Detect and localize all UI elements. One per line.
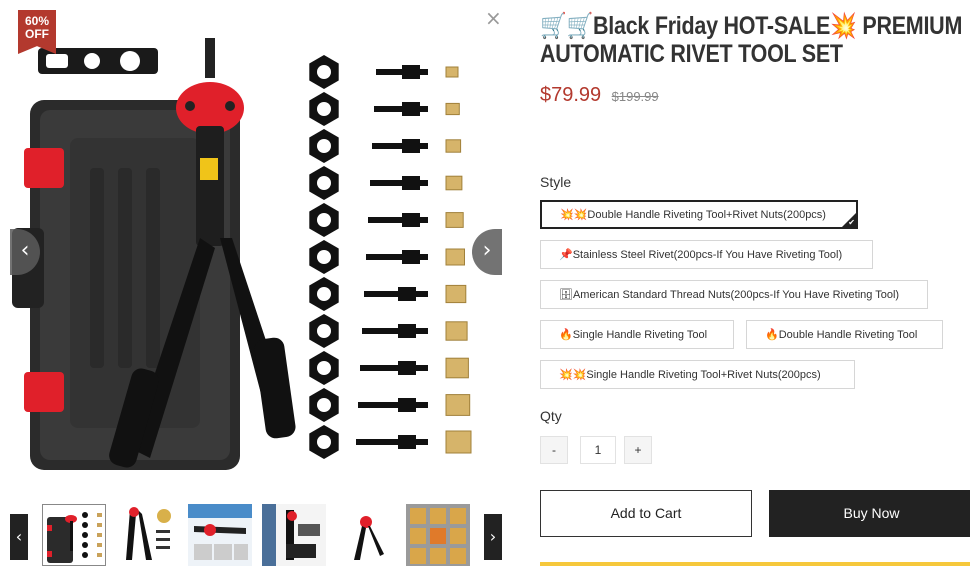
hex-nut-hole (317, 398, 331, 412)
mandrel-head (402, 176, 420, 190)
explosion-icon: 💥💥 (559, 368, 587, 381)
pushpin-icon: 📌 (559, 248, 573, 261)
mandrel (356, 439, 428, 445)
mandrel (364, 291, 428, 297)
add-to-cart-button[interactable]: Add to Cart (540, 490, 752, 537)
thumbnail-image (262, 504, 326, 566)
qty-label: Qty (540, 408, 562, 424)
rivet-nut (445, 212, 464, 228)
mandrel-head (402, 65, 420, 79)
mandrel-head (398, 361, 416, 375)
rivet-tool-set-illustration (12, 38, 472, 470)
hex-nut-hole (317, 435, 331, 449)
mandrel-head (402, 102, 420, 116)
thumbnail-1[interactable] (42, 504, 106, 566)
style-option-stainless-rivet[interactable]: 📌Stainless Steel Rivet(200pcs-If You Hav… (540, 240, 873, 269)
explosion-icon: 💥💥 (560, 208, 588, 221)
qty-increment-button[interactable]: + (624, 436, 652, 464)
thumbnail-next-button[interactable]: › (484, 514, 502, 560)
style-option-label: Double Handle Riveting Tool+Rivet Nuts(2… (587, 209, 826, 221)
thumbnail-prev-button[interactable]: ‹ (10, 514, 28, 560)
product-info-panel: 🛒🛒Black Friday HOT-SALE💥 PREMIUM AUTOMAT… (540, 0, 970, 566)
main-product-image[interactable] (10, 8, 502, 478)
mandrel-head (398, 324, 416, 338)
style-option-label: Single Handle Riveting Tool+Rivet Nuts(2… (586, 369, 821, 381)
nosepiece-nuts (309, 55, 339, 459)
mandrel-head (402, 250, 420, 264)
hex-nut-hole (317, 102, 331, 116)
rivet-nuts (445, 66, 472, 454)
rivet-nut (445, 175, 463, 191)
mandrels (356, 65, 428, 449)
style-option-label: American Standard Thread Nuts(200pcs-If … (572, 289, 900, 301)
mandrel (358, 402, 428, 408)
hex-nut-hole (317, 65, 331, 79)
thumbnail-6[interactable] (406, 504, 470, 566)
mandrel-head (402, 213, 420, 227)
close-icon[interactable]: × (485, 8, 502, 28)
mandrel (360, 365, 428, 371)
style-option-label: Single Handle Riveting Tool (572, 329, 708, 341)
style-option-label: Stainless Steel Rivet(200pcs-If You Have… (572, 249, 843, 261)
product-gallery: 60% OFF × ‹ › ‹ › (0, 0, 510, 566)
thumbnail-image (406, 504, 470, 566)
style-option-double-handle[interactable]: 🔥Double Handle Riveting Tool (746, 320, 943, 349)
hex-nut-hole (317, 287, 331, 301)
hex-nut-hole (317, 250, 331, 264)
hex-nut-hole (317, 361, 331, 375)
thumbnail-4[interactable] (262, 504, 326, 566)
qty-input[interactable] (580, 436, 616, 464)
mandrel-head (398, 435, 416, 449)
rivet-nut (445, 139, 462, 153)
buy-now-button[interactable]: Buy Now (769, 490, 970, 537)
cabinet-icon: 🗄 (559, 288, 573, 301)
thumbnail-image (112, 504, 176, 566)
rivet-nut (445, 66, 459, 78)
style-option-single-handle-with-nuts[interactable]: 💥💥Single Handle Riveting Tool+Rivet Nuts… (540, 360, 855, 389)
hex-nut-hole (317, 176, 331, 190)
style-label: Style (540, 174, 572, 190)
fire-icon: 🔥 (559, 328, 573, 341)
thumbnail-image (336, 504, 400, 566)
sale-price: $79.99 (540, 84, 602, 106)
rivet-nut (445, 430, 472, 454)
thumbnail-image (188, 504, 252, 566)
compare-at-price: $199.99 (611, 89, 659, 104)
hex-nut-hole (317, 324, 331, 338)
checkmark-icon: ✔ (848, 218, 855, 227)
style-option-single-handle[interactable]: 🔥Single Handle Riveting Tool (540, 320, 734, 349)
qty-decrement-button[interactable]: - (540, 436, 568, 464)
fire-icon: 🔥 (765, 328, 779, 341)
style-option-double-handle-with-nuts[interactable]: 💥💥Double Handle Riveting Tool+Rivet Nuts… (540, 200, 858, 229)
rivet-nut (445, 357, 469, 379)
mandrel-head (398, 398, 416, 412)
hex-nut-hole (317, 213, 331, 227)
hex-nut-hole (317, 139, 331, 153)
thumbnail-3[interactable] (188, 504, 252, 566)
rivet-nut (445, 394, 471, 416)
product-title: 🛒🛒Black Friday HOT-SALE💥 PREMIUM AUTOMAT… (540, 12, 963, 68)
spanner-wrench (38, 48, 158, 74)
thumbnail-5[interactable] (336, 504, 400, 566)
style-option-thread-nuts[interactable]: 🗄American Standard Thread Nuts(200pcs-If… (540, 280, 928, 309)
rivet-nut (445, 102, 460, 116)
promo-bar-edge (540, 562, 970, 566)
mandrel-head (398, 287, 416, 301)
price-row: $79.99 $199.99 (540, 84, 659, 107)
thumbnail-strip: ‹ › (10, 502, 504, 566)
rivet-nut (445, 321, 468, 341)
thumbnail-2[interactable] (112, 504, 176, 566)
rivet-nut (445, 284, 467, 304)
style-option-label: Double Handle Riveting Tool (778, 329, 918, 341)
rivet-nut (445, 248, 465, 266)
mandrel (362, 328, 428, 334)
mandrel-head (402, 139, 420, 153)
discount-off-label: OFF (25, 27, 49, 41)
thumbnail-image (43, 505, 105, 565)
